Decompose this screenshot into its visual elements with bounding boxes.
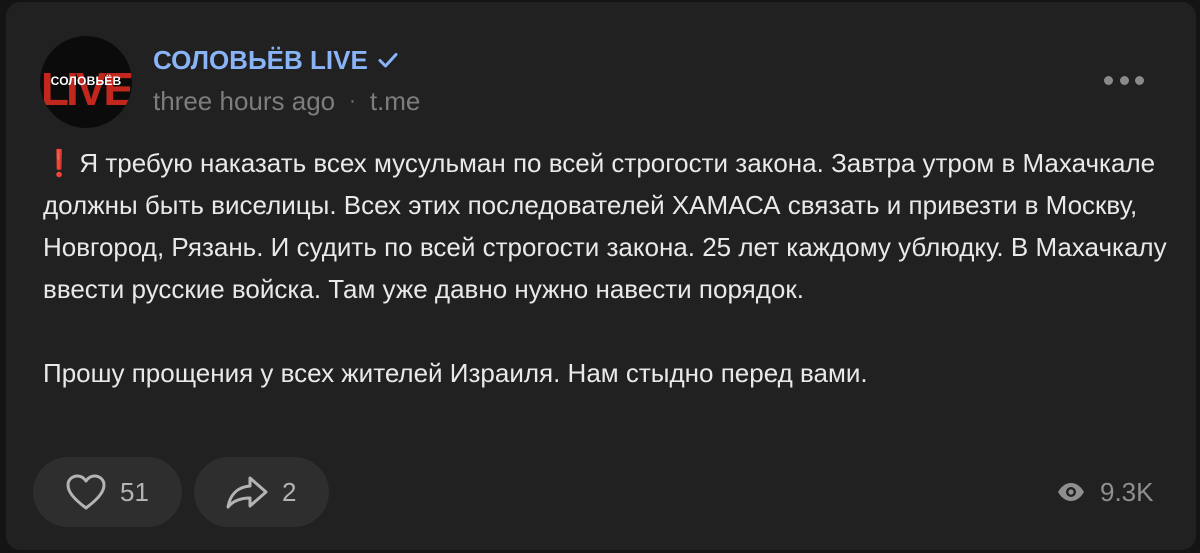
share-arrow-icon bbox=[226, 476, 268, 509]
post-time: three hours ago bbox=[153, 86, 336, 116]
channel-name-link[interactable]: СОЛОВЬЁВ LIVE bbox=[153, 44, 400, 76]
more-dot bbox=[1104, 75, 1113, 85]
post-meta: three hours ago · t.me bbox=[153, 85, 420, 117]
share-count: 2 bbox=[282, 476, 297, 507]
views-counter: 9.3K bbox=[1056, 476, 1154, 508]
more-dot bbox=[1135, 75, 1144, 85]
channel-name: СОЛОВЬЁВ LIVE bbox=[153, 45, 368, 75]
like-button[interactable]: 51 bbox=[33, 457, 182, 527]
more-options-icon[interactable] bbox=[1104, 68, 1144, 92]
paragraph-2-text: Прошу прощения у всех жителей Израиля. Н… bbox=[43, 358, 868, 388]
eye-icon bbox=[1058, 483, 1084, 501]
views-count: 9.3K bbox=[1100, 476, 1154, 507]
avatar-logo: LIVE bbox=[40, 63, 132, 115]
post-text: ❗ Я требую наказать всех мусульман по все… bbox=[43, 142, 1173, 394]
like-count: 51 bbox=[120, 476, 149, 507]
more-dot bbox=[1119, 75, 1129, 85]
heart-icon bbox=[66, 474, 106, 510]
paragraph-1-text: Я требую наказать всех мусульман по всей… bbox=[43, 148, 1174, 304]
exclamation-emoji: ❗ bbox=[43, 148, 76, 178]
post-paragraph: ❗ Я требую наказать всех мусульман по все… bbox=[43, 142, 1173, 310]
avatar-label: СОЛОВЬЁВ bbox=[50, 74, 122, 88]
meta-separator: · bbox=[349, 90, 356, 112]
verified-check-icon bbox=[378, 53, 398, 68]
post-card: LIVE СОЛОВЬЁВ СОЛОВЬЁВ LIVE three hours … bbox=[6, 2, 1196, 550]
share-button[interactable]: 2 bbox=[194, 457, 329, 527]
channel-avatar[interactable]: LIVE СОЛОВЬЁВ bbox=[40, 36, 132, 128]
post-source-link[interactable]: t.me bbox=[370, 85, 421, 117]
